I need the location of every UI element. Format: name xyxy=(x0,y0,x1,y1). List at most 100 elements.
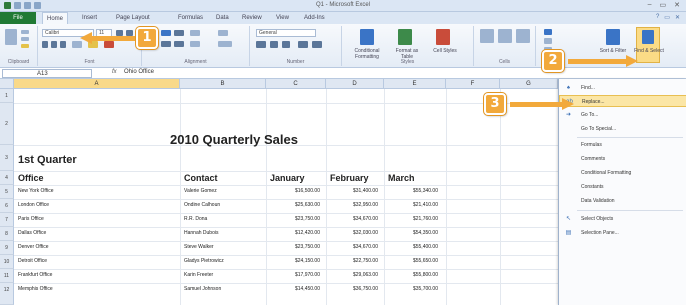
cell-february[interactable]: $36,750.00 xyxy=(328,286,378,292)
cell-february[interactable]: $32,950.00 xyxy=(328,202,378,208)
tab-data[interactable]: Data xyxy=(216,12,229,24)
binoculars-icon[interactable] xyxy=(642,30,654,44)
cell-contact[interactable]: Samuel Johnson xyxy=(184,286,264,292)
increase-decimal-icon[interactable] xyxy=(298,41,308,48)
indent-icon[interactable] xyxy=(190,41,200,47)
cell-january[interactable]: $23,750.00 xyxy=(268,244,320,250)
cell-february[interactable]: $32,030.00 xyxy=(328,230,378,236)
column-header-e[interactable]: E xyxy=(384,79,446,89)
cell-office[interactable]: New York Office xyxy=(18,188,178,194)
align-right-icon[interactable] xyxy=(174,41,184,47)
sort-filter-button[interactable]: Sort & Filter xyxy=(596,48,630,54)
row-header[interactable]: 1 xyxy=(0,89,14,103)
delete-cells-icon[interactable] xyxy=(498,29,512,43)
sort-filter-icon[interactable] xyxy=(606,29,620,45)
copy-icon[interactable] xyxy=(21,37,29,41)
find-select-highlight[interactable] xyxy=(636,27,660,63)
align-center-icon[interactable] xyxy=(161,41,171,47)
cell-january[interactable]: $24,150.00 xyxy=(268,258,320,264)
tab-insert[interactable]: Insert xyxy=(82,12,97,24)
find-select-button[interactable]: Find & Select xyxy=(634,48,664,54)
column-header-b[interactable]: B xyxy=(180,79,266,89)
cell-february[interactable]: $34,670.00 xyxy=(328,244,378,250)
fx-icon[interactable]: fx xyxy=(112,69,117,75)
column-header-a[interactable]: A xyxy=(14,79,180,89)
format-painter-icon[interactable] xyxy=(21,44,29,48)
cell-contact[interactable]: R.R. Dona xyxy=(184,216,264,222)
cell-march[interactable]: $55,800.00 xyxy=(386,272,438,278)
sheet-title[interactable]: 2010 Quarterly Sales xyxy=(170,132,298,147)
cell-office[interactable]: Paris Office xyxy=(18,216,178,222)
cell-office[interactable]: Frankfurt Office xyxy=(18,272,178,278)
row-header[interactable]: 11 xyxy=(0,269,14,283)
merge-center-icon[interactable] xyxy=(218,41,232,47)
cell-march[interactable]: $55,340.00 xyxy=(386,188,438,194)
menu-item-constants[interactable]: Constants xyxy=(559,181,686,193)
row-header[interactable]: 8 xyxy=(0,227,14,241)
row-header[interactable]: 10 xyxy=(0,255,14,269)
row-header[interactable]: 7 xyxy=(0,213,14,227)
italic-icon[interactable] xyxy=(51,41,57,48)
cell-february[interactable]: $31,400.00 xyxy=(328,188,378,194)
row-header[interactable]: 12 xyxy=(0,283,14,305)
cell-office[interactable]: London Office xyxy=(18,202,178,208)
column-header-g[interactable]: G xyxy=(500,79,558,89)
tab-add-ins[interactable]: Add-Ins xyxy=(304,12,325,24)
menu-item-selection-pane[interactable]: ▤ Selection Pane... xyxy=(559,227,686,239)
close-button[interactable]: ✕ xyxy=(674,1,680,9)
cell-march[interactable]: $54,350.00 xyxy=(386,230,438,236)
cell-contact[interactable]: Ondine Calhoun xyxy=(184,202,264,208)
sheet-subtitle[interactable]: 1st Quarter xyxy=(18,154,77,166)
decrease-decimal-icon[interactable] xyxy=(312,41,322,48)
minimize-button[interactable]: – xyxy=(648,1,652,9)
cell-january[interactable]: $14,450.00 xyxy=(268,286,320,292)
format-as-table-icon[interactable] xyxy=(398,29,412,45)
worksheet-grid[interactable]: A B C D E F G 1 2 3 4 5 6 7 8 9 10 11 12… xyxy=(0,79,558,305)
menu-item-comments[interactable]: Comments xyxy=(559,153,686,165)
cell-march[interactable]: $21,760.00 xyxy=(386,216,438,222)
cell-office[interactable]: Detroit Office xyxy=(18,258,178,264)
name-box[interactable]: A13 xyxy=(2,69,92,78)
row-header[interactable]: 6 xyxy=(0,199,14,213)
cell-february[interactable]: $29,063.00 xyxy=(328,272,378,278)
cell-march[interactable]: $35,700.00 xyxy=(386,286,438,292)
row-header[interactable]: 5 xyxy=(0,185,14,199)
tab-review[interactable]: Review xyxy=(242,12,262,24)
align-middle-icon[interactable] xyxy=(161,30,171,36)
cell-march[interactable]: $55,400.00 xyxy=(386,244,438,250)
cell-january[interactable]: $16,500.00 xyxy=(268,188,320,194)
currency-icon[interactable] xyxy=(256,41,266,48)
cell-january[interactable]: $23,750.00 xyxy=(268,216,320,222)
tab-formulas[interactable]: Formulas xyxy=(178,12,203,24)
orientation-icon[interactable] xyxy=(190,30,200,36)
wrap-text-icon[interactable] xyxy=(218,30,228,36)
autosum-icon[interactable] xyxy=(544,29,552,35)
ribbon-minimize-icon[interactable]: ▭ xyxy=(664,14,670,21)
menu-item-conditional-formatting[interactable]: Conditional Formatting xyxy=(559,167,686,179)
tab-page-layout[interactable]: Page Layout xyxy=(116,12,150,24)
menu-item-replace[interactable]: ab Replace... xyxy=(559,95,686,107)
menu-item-find[interactable]: ♠ Find... xyxy=(559,82,686,94)
header-march[interactable]: March xyxy=(388,173,415,183)
number-format-dropdown[interactable]: General xyxy=(256,29,316,37)
workbook-close-icon[interactable]: ✕ xyxy=(675,14,680,21)
cell-styles-button[interactable]: Cell Styles xyxy=(428,48,462,54)
help-icon[interactable]: ? xyxy=(656,14,659,21)
menu-item-go-to-special[interactable]: Go To Special... xyxy=(559,123,686,135)
comma-style-icon[interactable] xyxy=(282,41,290,48)
header-january[interactable]: January xyxy=(270,173,305,183)
menu-item-go-to[interactable]: ➜ Go To... xyxy=(559,109,686,121)
menu-item-formulas[interactable]: Formulas xyxy=(559,139,686,151)
tab-view[interactable]: View xyxy=(276,12,289,24)
cell-contact[interactable]: Valerie Gomez xyxy=(184,188,264,194)
menu-item-data-validation[interactable]: Data Validation xyxy=(559,195,686,207)
cell-january[interactable]: $25,630.00 xyxy=(268,202,320,208)
font-color-icon[interactable] xyxy=(104,41,114,48)
align-bottom-icon[interactable] xyxy=(174,30,184,36)
cell-contact[interactable]: Karin Freeter xyxy=(184,272,264,278)
insert-cells-icon[interactable] xyxy=(480,29,494,43)
row-header[interactable]: 2 xyxy=(0,103,14,145)
row-header[interactable]: 3 xyxy=(0,145,14,171)
cell-contact[interactable]: Hannah Dubois xyxy=(184,230,264,236)
cell-march[interactable]: $55,650.00 xyxy=(386,258,438,264)
